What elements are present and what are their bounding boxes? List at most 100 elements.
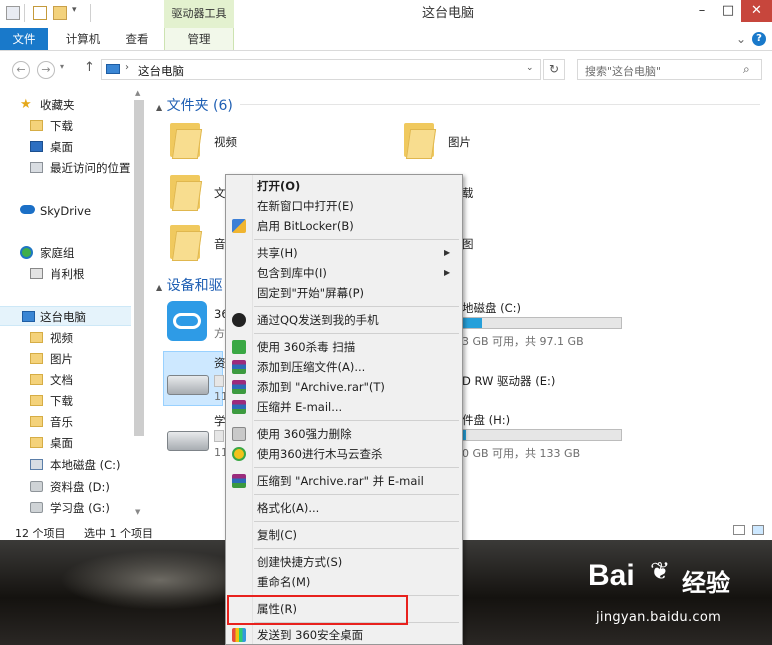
nav-pc-downloads-label: 下载 <box>50 394 73 408</box>
menu-item-include-in-library[interactable]: 包含到库中(I) ▶ <box>226 263 462 283</box>
ribbon-tabs: 文件 计算机 查看 管理 ⌄ ? <box>0 28 772 51</box>
menu-item-compress-to-rar-email[interactable]: 压缩到 "Archive.rar" 并 E-mail <box>226 471 462 491</box>
breadcrumb-this-pc[interactable]: 这台电脑 <box>138 63 184 79</box>
watermark-url: jingyan.baidu.com <box>596 610 722 625</box>
menu-item-open[interactable]: 打开(O) <box>226 176 462 196</box>
drive-g-title: 学 <box>214 414 226 428</box>
folders-group-header[interactable]: ▲ 文件夹 (6) <box>156 95 233 115</box>
360-desktop-icon <box>232 628 246 642</box>
back-button[interactable]: ← <box>12 61 30 79</box>
help-icon[interactable]: ? <box>752 32 766 46</box>
menu-item-bitlocker[interactable]: 启用 BitLocker(B) <box>226 216 462 236</box>
scroll-down-icon[interactable]: ▼ <box>135 508 140 516</box>
menu-separator <box>254 306 459 307</box>
drive-g-icon[interactable] <box>167 431 209 451</box>
up-button[interactable]: ↑ <box>84 60 95 75</box>
address-bar[interactable]: › 这台电脑 ⌄ <box>101 59 541 80</box>
details-view-icon[interactable] <box>733 525 745 535</box>
qat-divider <box>24 4 25 22</box>
cloud-icon <box>173 313 201 329</box>
tab-view[interactable]: 查看 <box>114 28 160 50</box>
menu-item-format[interactable]: 格式化(A)... <box>226 498 462 518</box>
forward-button[interactable]: → <box>37 61 55 79</box>
devices-group-header[interactable]: ▲ 设备和驱 <box>156 275 223 295</box>
360-antivirus-icon <box>232 340 246 354</box>
minimize-button[interactable]: – <box>689 0 715 22</box>
menu-item-send-to-360-desktop[interactable]: 发送到 360安全桌面 <box>226 625 462 645</box>
menu-item-qq-send[interactable]: 通过QQ发送到我的手机 <box>226 310 462 330</box>
pictures-folder-icon[interactable] <box>404 121 437 159</box>
properties-icon[interactable] <box>33 6 47 20</box>
search-icon[interactable]: ⌕ <box>743 62 750 77</box>
documents-folder-icon <box>30 374 43 385</box>
ribbon-collapse-icon[interactable]: ⌄ <box>734 28 748 50</box>
address-dropdown-icon[interactable]: ⌄ <box>526 63 534 73</box>
maximize-button[interactable]: □ <box>715 0 741 22</box>
menu-item-open-new-window[interactable]: 在新窗口中打开(E) <box>226 196 462 216</box>
nav-pc-desktop-label: 桌面 <box>50 436 73 450</box>
download-folder-icon <box>30 395 43 406</box>
drive-h-capacity-fill <box>463 430 467 440</box>
breadcrumb-separator-icon[interactable]: › <box>125 62 129 73</box>
large-icons-view-icon[interactable] <box>752 525 764 535</box>
folder-desktop-label: 图 <box>462 237 474 251</box>
menu-item-compress-email[interactable]: 压缩并 E-mail... <box>226 397 462 417</box>
nav-recent-label: 最近访问的位置 <box>50 161 131 175</box>
tab-computer[interactable]: 计算机 <box>56 28 110 50</box>
tab-file[interactable]: 文件 <box>0 28 48 50</box>
folder-videos-label: 视频 <box>214 135 237 149</box>
drive-c-label: 地磁盘 (C:) <box>462 301 522 315</box>
properties-highlight-annotation <box>227 595 408 625</box>
nav-downloads-label: 下载 <box>50 119 73 133</box>
search-input[interactable]: 搜索"这台电脑" ⌕ <box>577 59 762 80</box>
nav-this-pc[interactable]: 这台电脑 <box>0 306 131 326</box>
shredder-icon <box>232 427 246 441</box>
menu-item-360-scan[interactable]: 使用 360杀毒 扫描 <box>226 337 462 357</box>
menu-item-add-to-archive-rar[interactable]: 添加到 "Archive.rar"(T) <box>226 377 462 397</box>
nav-scrollbar-thumb[interactable] <box>134 100 144 436</box>
menu-separator <box>254 494 459 495</box>
menu-item-share[interactable]: 共享(H) ▶ <box>226 243 462 263</box>
drive-tools-context-tab: 驱动器工具 <box>164 0 234 28</box>
nav-drive-g-label: 学习盘 (G:) <box>50 501 110 515</box>
app-icon[interactable] <box>6 6 20 20</box>
qat-dropdown-icon[interactable]: ▾ <box>72 5 77 15</box>
cloud-drive-subtitle: 方 <box>214 327 225 340</box>
music-folder-icon <box>30 416 43 427</box>
menu-item-create-shortcut[interactable]: 创建快捷方式(S) <box>226 552 462 572</box>
drive-h-info: 0 GB 可用，共 133 GB <box>462 447 581 460</box>
title-bar: ▾ 驱动器工具 这台电脑 – □ ✕ <box>0 0 772 28</box>
menu-separator <box>254 467 459 468</box>
recent-locations-icon[interactable]: ▾ <box>60 62 64 71</box>
nav-skydrive-label: SkyDrive <box>40 204 92 218</box>
360-scan-icon <box>232 447 246 461</box>
nav-desktop-label: 桌面 <box>50 140 73 154</box>
menu-item-rename[interactable]: 重命名(M) <box>226 572 462 592</box>
nav-user-label: 肖利根 <box>50 267 85 281</box>
menu-item-360-trojan-scan[interactable]: 使用360进行木马云查杀 <box>226 444 462 464</box>
desktop-icon <box>30 141 43 152</box>
documents-folder-icon[interactable] <box>170 173 203 211</box>
menu-item-add-to-archive[interactable]: 添加到压缩文件(A)... <box>226 357 462 377</box>
videos-folder-icon[interactable] <box>170 121 203 159</box>
360-cloud-drive-icon[interactable] <box>167 301 207 341</box>
menu-item-copy[interactable]: 复制(C) <box>226 525 462 545</box>
tab-manage[interactable]: 管理 <box>164 28 234 50</box>
collapse-arrow-icon: ▲ <box>156 103 163 112</box>
nav-music-label: 音乐 <box>50 415 73 429</box>
drive-c-capacity-fill <box>463 318 482 328</box>
scroll-up-icon[interactable]: ▲ <box>135 89 140 97</box>
refresh-button[interactable]: ↻ <box>543 59 565 80</box>
skydrive-cloud-icon <box>20 205 35 214</box>
menu-separator <box>254 548 459 549</box>
new-folder-icon[interactable] <box>53 6 67 20</box>
nav-drive-d-label: 资料盘 (D:) <box>50 480 110 494</box>
winrar-icon <box>232 400 246 414</box>
devices-header-label: 设备和驱 <box>166 278 223 294</box>
close-button[interactable]: ✕ <box>741 0 772 22</box>
drive-d-icon[interactable] <box>167 375 209 395</box>
menu-item-360-force-delete[interactable]: 使用 360强力删除 <box>226 424 462 444</box>
music-folder-icon[interactable] <box>170 223 203 261</box>
menu-item-pin-to-start[interactable]: 固定到"开始"屏幕(P) <box>226 283 462 303</box>
folder-documents-label: 文 <box>214 186 226 200</box>
